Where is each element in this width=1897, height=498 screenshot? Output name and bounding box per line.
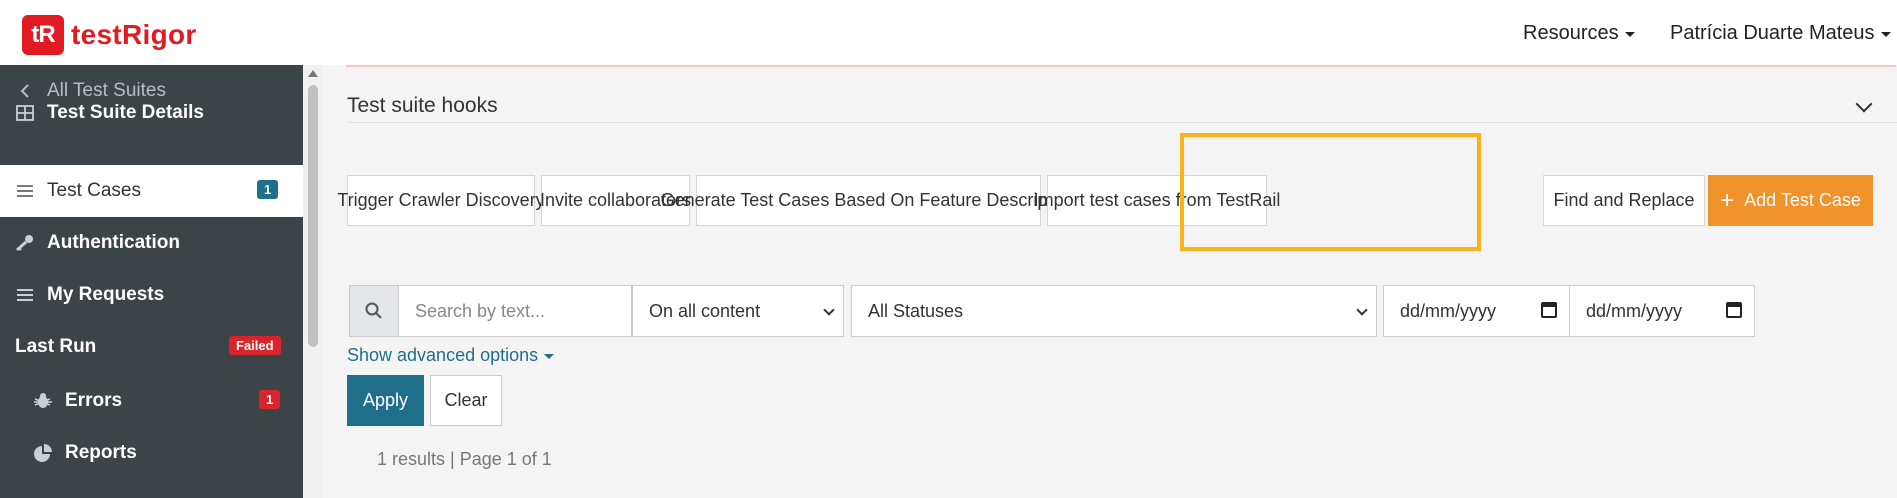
- generate-test-cases-button[interactable]: Generate Test Cases Based On Feature Des…: [661, 175, 1076, 226]
- apply-button[interactable]: Apply: [347, 375, 424, 426]
- logo-text: testRigor: [71, 19, 197, 50]
- logo-badge: tR: [22, 15, 64, 55]
- trigger-crawler-discovery-button[interactable]: Trigger Crawler Discovery: [337, 175, 545, 226]
- sidebar-item-label: Authentication: [47, 232, 180, 253]
- caret-down-icon: [1880, 32, 1891, 37]
- content-scope-value: On all content: [649, 300, 761, 321]
- chevron-down-icon: [1356, 304, 1368, 316]
- sidebar-item-label: Test Suite Details: [47, 102, 204, 123]
- search-icon: [365, 302, 382, 319]
- chevron-down-icon[interactable]: [1855, 95, 1873, 113]
- sidebar-last-run[interactable]: Last Run Failed: [0, 321, 303, 373]
- user-menu[interactable]: Patrícia Duarte Mateus: [1670, 22, 1891, 45]
- user-name: Patrícia Duarte Mateus: [1670, 22, 1875, 44]
- calendar-icon[interactable]: [1541, 302, 1557, 318]
- sidebar-scrollbar[interactable]: [303, 65, 322, 498]
- date-to-value: dd/mm/yyyy: [1586, 300, 1683, 321]
- sidebar-item-my-requests[interactable]: My Requests: [0, 269, 303, 321]
- bug-icon: [32, 391, 54, 411]
- main-content: Test suite hooks Trigger Crawler Discove…: [322, 65, 1897, 498]
- add-test-case-label: Add Test Case: [1744, 190, 1861, 210]
- test-cases-count-badge: 1: [257, 180, 279, 199]
- sidebar-item-reports[interactable]: Reports: [0, 427, 303, 479]
- last-run-status-badge: Failed: [229, 336, 281, 355]
- resources-menu[interactable]: Resources: [1523, 22, 1635, 45]
- status-select[interactable]: All Statuses: [851, 285, 1377, 337]
- date-from-value: dd/mm/yyyy: [1400, 300, 1497, 321]
- top-navbar: tR testRigor Resources Patrícia Duarte M…: [0, 0, 1897, 65]
- search-input[interactable]: Search by text...: [398, 285, 632, 337]
- sidebar-item-label: My Requests: [47, 284, 165, 305]
- search-button[interactable]: [349, 285, 399, 337]
- sidebar-item-label: Test Cases: [47, 180, 141, 201]
- sidebar: All Test Suites Test Suite Details Test …: [0, 65, 303, 498]
- show-advanced-options-link[interactable]: Show advanced options: [347, 345, 555, 366]
- content-scope-select[interactable]: On all content: [632, 285, 844, 337]
- errors-count-badge: 1: [259, 390, 281, 409]
- testrigor-logo[interactable]: tR testRigor: [22, 15, 197, 55]
- highlight-box: [1180, 133, 1481, 251]
- divider: [346, 65, 1896, 67]
- list-icon: [14, 184, 36, 198]
- list-icon: [14, 288, 36, 302]
- find-and-replace-button[interactable]: Find and Replace: [1543, 175, 1705, 226]
- scrollbar-thumb[interactable]: [308, 85, 318, 347]
- sidebar-item-label: Last Run: [15, 336, 97, 357]
- sidebar-item-authentication[interactable]: Authentication: [0, 217, 303, 269]
- plus-icon: +: [1720, 186, 1735, 214]
- sidebar-item-label: Errors: [65, 390, 123, 411]
- results-summary: 1 results | Page 1 of 1: [377, 449, 552, 469]
- search-placeholder: Search by text...: [415, 300, 546, 321]
- date-from-input[interactable]: dd/mm/yyyy: [1383, 285, 1570, 337]
- calendar-icon[interactable]: [1726, 302, 1742, 318]
- caret-down-icon: [544, 354, 555, 359]
- pie-chart-icon: [32, 443, 54, 463]
- clear-button[interactable]: Clear: [430, 375, 502, 426]
- date-to-input[interactable]: dd/mm/yyyy: [1569, 285, 1755, 337]
- test-suite-hooks-title[interactable]: Test suite hooks: [347, 94, 498, 118]
- status-value: All Statuses: [868, 300, 964, 321]
- scroll-up-arrow-icon[interactable]: [308, 70, 318, 77]
- sidebar-item-label: Reports: [65, 442, 137, 463]
- sidebar-item-test-suite-details[interactable]: Test Suite Details: [0, 87, 303, 139]
- sidebar-item-errors[interactable]: Errors 1: [0, 375, 303, 427]
- divider: [347, 122, 1897, 123]
- resources-label: Resources: [1523, 22, 1619, 44]
- key-icon: [14, 234, 36, 252]
- add-test-case-button[interactable]: + Add Test Case: [1708, 175, 1873, 226]
- grid-icon: [14, 105, 36, 121]
- advanced-label: Show advanced options: [347, 345, 539, 365]
- sidebar-item-test-cases[interactable]: Test Cases 1: [0, 165, 303, 217]
- chevron-down-icon: [823, 304, 835, 316]
- caret-down-icon: [1624, 32, 1635, 37]
